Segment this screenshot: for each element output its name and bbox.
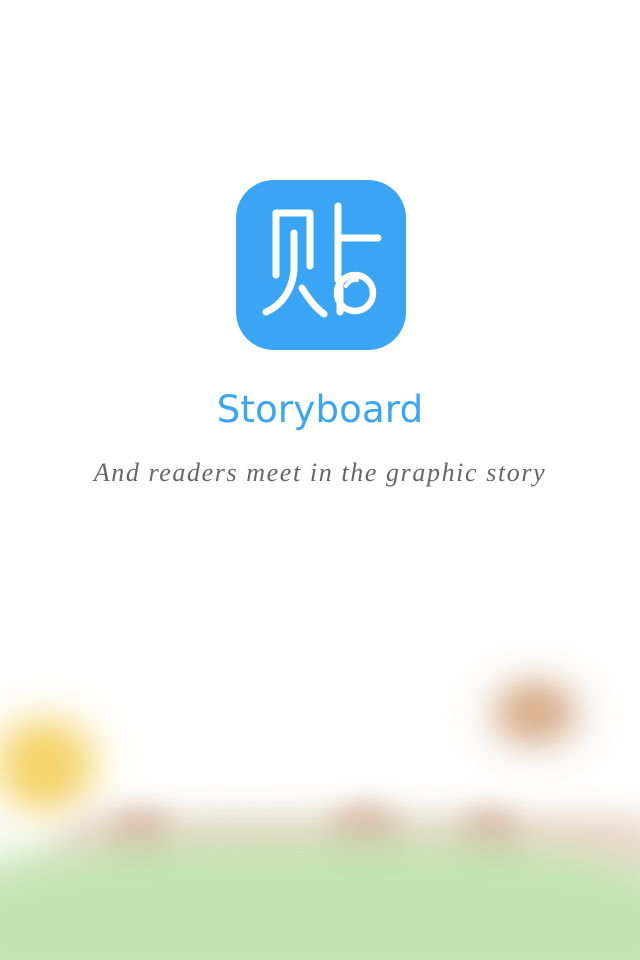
- app-tagline: And readers meet in the graphic story: [93, 458, 547, 487]
- pumpkin-icon: [500, 685, 570, 740]
- app-logo-glyph: [262, 202, 382, 318]
- splash-screen: Storyboard And readers meet in the graph…: [0, 0, 640, 960]
- app-logo-icon: [236, 180, 406, 350]
- app-name: Storyboard: [216, 388, 424, 431]
- blurred-landscape-illustration: [0, 640, 640, 960]
- sun-core: [15, 735, 75, 795]
- grass-icon: [0, 840, 640, 960]
